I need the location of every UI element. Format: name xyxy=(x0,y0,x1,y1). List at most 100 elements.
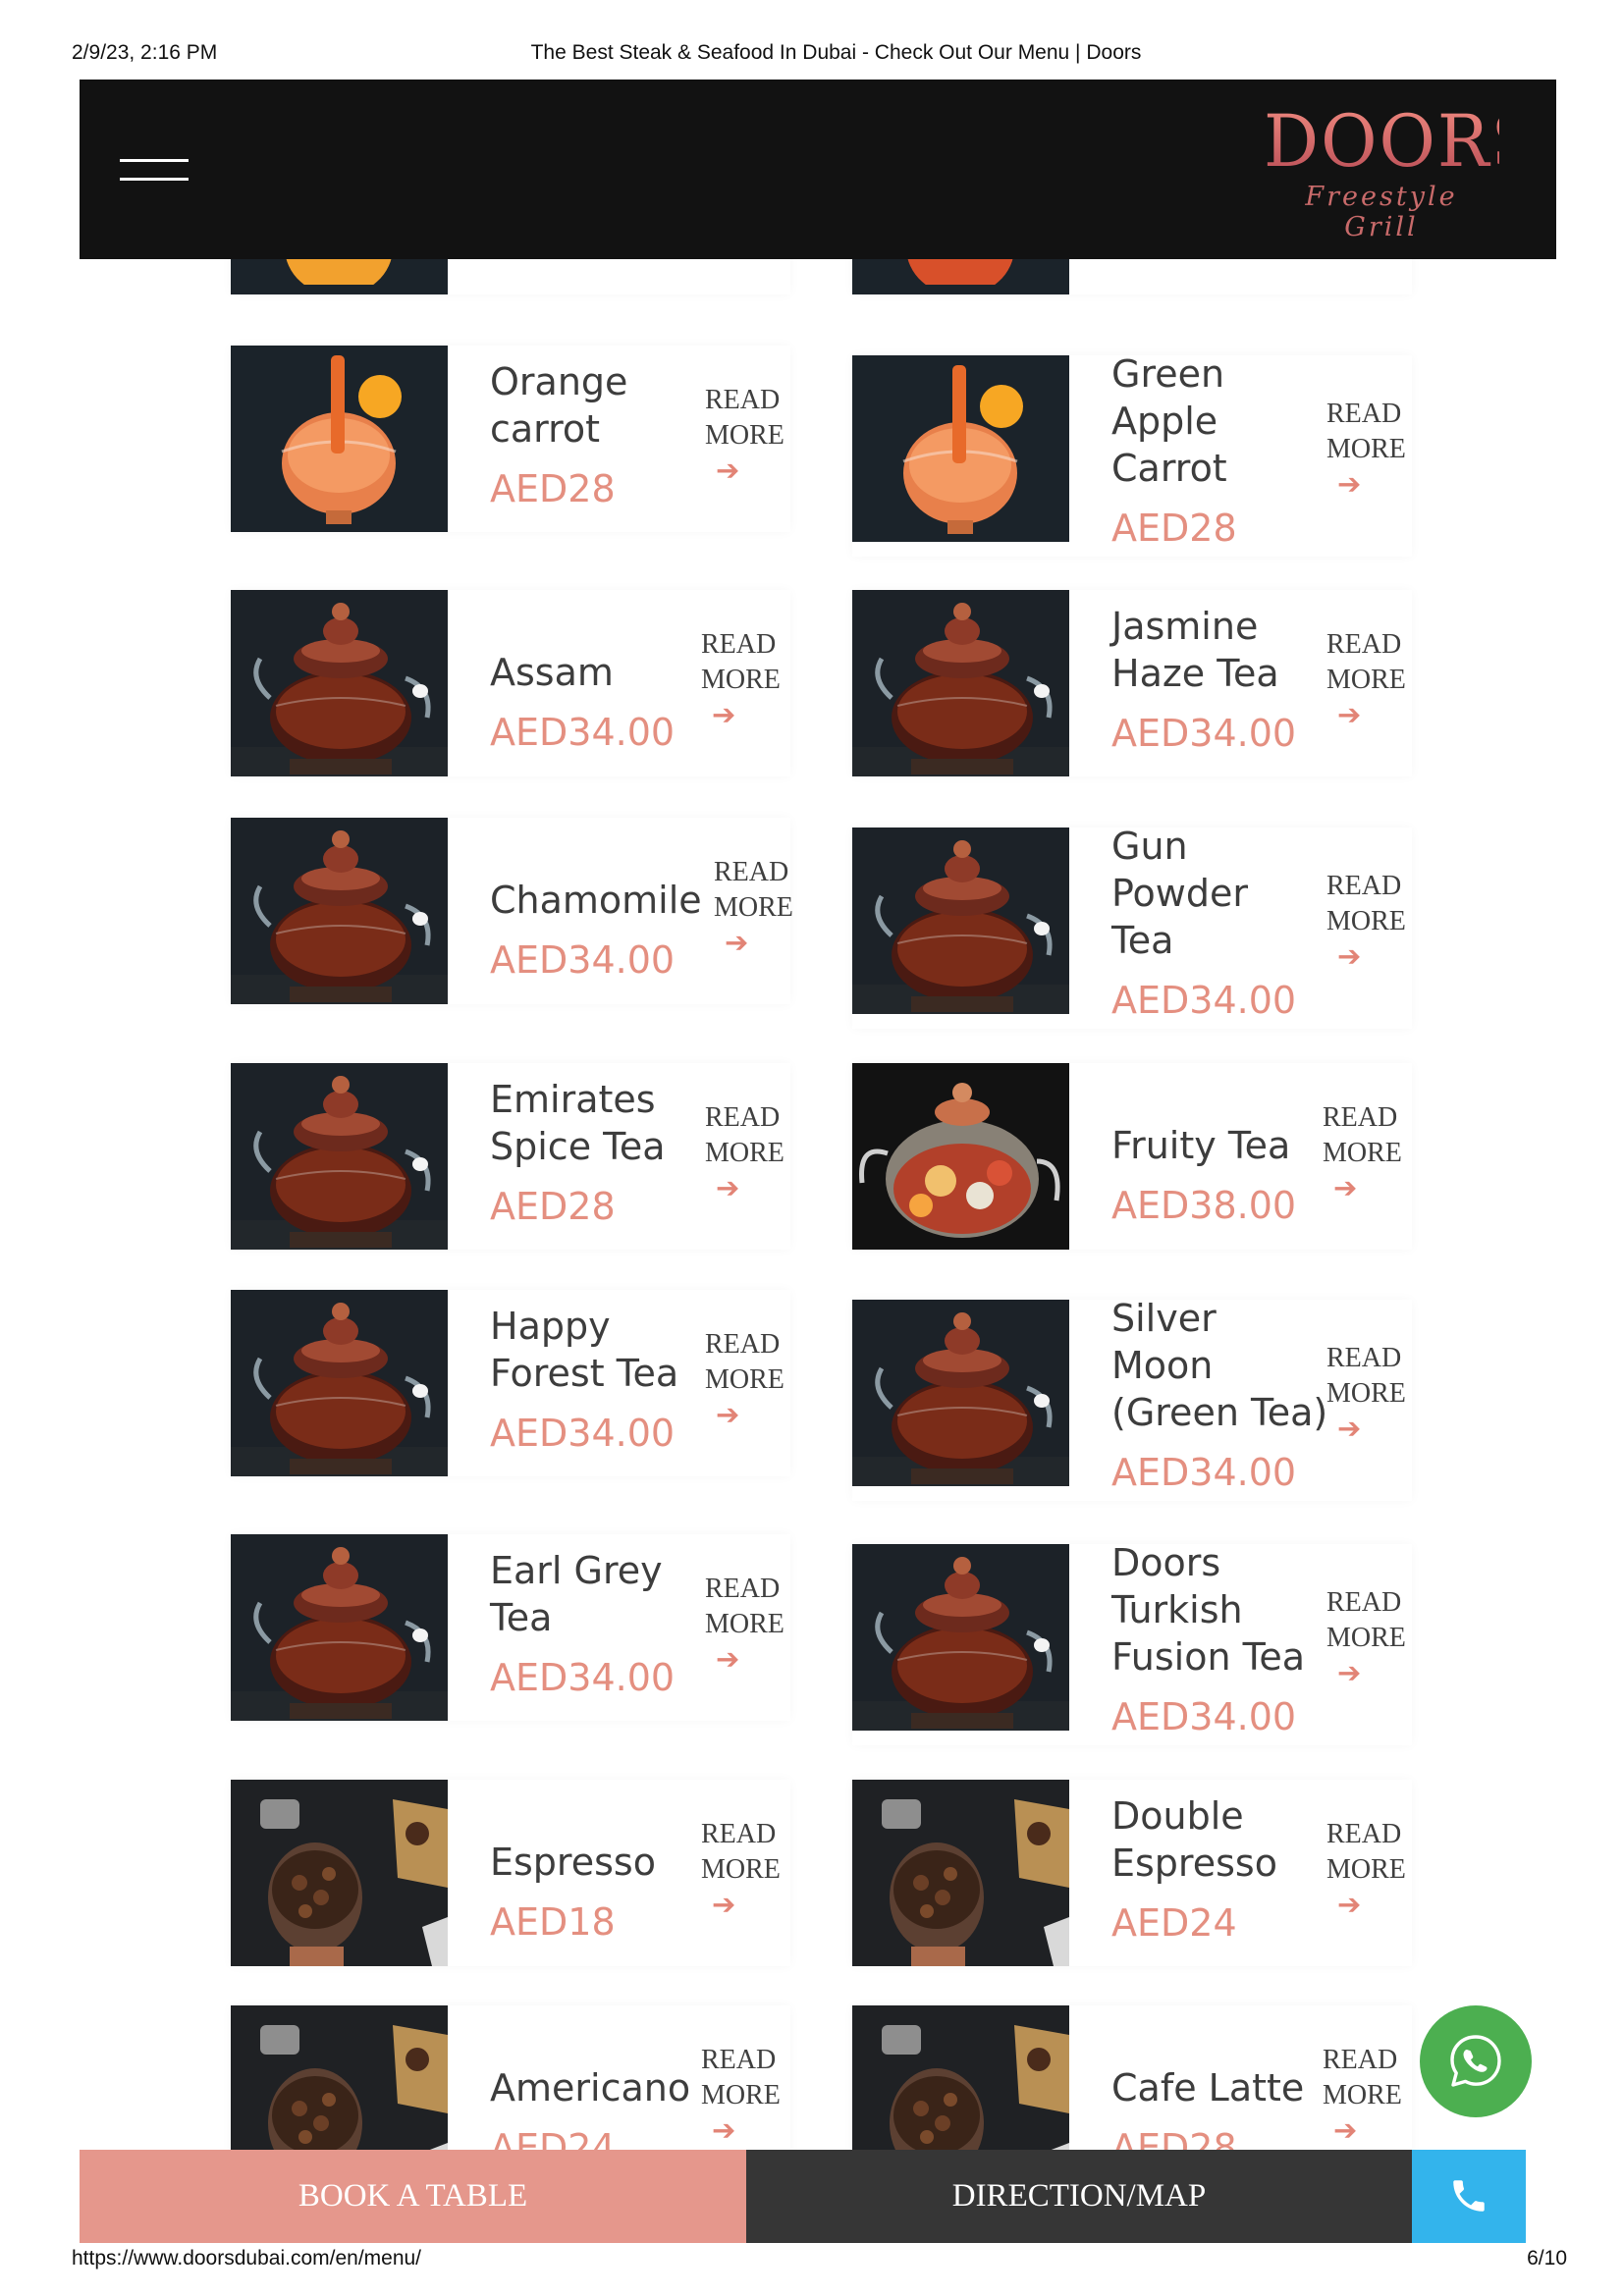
bottom-action-bar: BOOK A TABLE DIRECTION/MAP xyxy=(80,2150,1526,2243)
menu-item-image[interactable] xyxy=(852,590,1069,776)
menu-item-image[interactable] xyxy=(852,1544,1069,1731)
menu-item-image[interactable] xyxy=(852,1780,1069,1966)
read-more-link[interactable]: READ MORE ➔ xyxy=(701,2043,781,2145)
menu-item-name-line: Double xyxy=(1111,1794,1244,1838)
teapot-image xyxy=(231,1534,448,1721)
menu-item-card[interactable]: Orange carrot AED28 READ MORE ➔ xyxy=(231,346,790,532)
menu-item-card[interactable]: Chamomile AED34.00 READ MORE ➔ xyxy=(231,818,793,1004)
menu-item-name: Emirates Spice Tea xyxy=(490,1076,666,1170)
menu-item-image[interactable] xyxy=(231,590,448,776)
menu-item-name: Fruity Tea xyxy=(1111,1122,1290,1169)
read-more-label-2: MORE xyxy=(705,1364,784,1395)
menu-item-card[interactable]: Happy Forest Tea AED34.00 READ MORE ➔ xyxy=(231,1290,790,1476)
read-more-link[interactable]: READ MORE ➔ xyxy=(705,1327,784,1429)
read-more-link[interactable]: READ MORE ➔ xyxy=(705,1572,784,1674)
read-more-label-2: MORE xyxy=(1323,2080,1402,2110)
menu-item-image[interactable] xyxy=(852,1063,1069,1250)
call-button[interactable] xyxy=(1412,2150,1526,2243)
menu-item-card[interactable]: Silver Moon (Green Tea) AED34.00 READ MORE ➔ xyxy=(852,1297,1412,1501)
read-more-label-1: READ xyxy=(1326,1343,1402,1373)
menu-item-price: AED34.00 xyxy=(1111,712,1297,755)
read-more-link[interactable]: READ MORE ➔ xyxy=(705,383,784,485)
read-more-label-1: READ xyxy=(705,385,781,415)
arrow-right-icon: ➔ xyxy=(712,698,736,731)
read-more-label-2: MORE xyxy=(1323,1138,1402,1168)
read-more-link[interactable]: READ MORE ➔ xyxy=(1326,869,1406,971)
menu-item-card[interactable]: Fruity Tea AED38.00 READ MORE ➔ xyxy=(852,1063,1412,1250)
menu-item-name-line: Green xyxy=(1111,352,1225,396)
read-more-label-1: READ xyxy=(701,629,777,660)
read-more-link[interactable]: READ MORE ➔ xyxy=(714,855,793,957)
menu-item-name-line: Spice Tea xyxy=(490,1125,666,1168)
menu-item-image[interactable] xyxy=(231,818,448,1004)
read-more-link[interactable]: READ MORE ➔ xyxy=(1326,627,1406,729)
menu-item-card[interactable]: Gun Powder Tea AED34.00 READ MORE ➔ xyxy=(852,825,1412,1029)
read-more-link[interactable]: READ MORE ➔ xyxy=(1323,1100,1402,1202)
read-more-link[interactable]: READ MORE ➔ xyxy=(701,1817,781,1919)
read-more-label-1: READ xyxy=(1326,1587,1402,1618)
hamburger-menu-icon[interactable] xyxy=(120,156,189,184)
read-more-label-1: READ xyxy=(1326,629,1402,660)
read-more-label-2: MORE xyxy=(1326,1623,1406,1653)
menu-item-card[interactable]: Espresso AED18 READ MORE ➔ xyxy=(231,1780,790,1966)
read-more-label-1: READ xyxy=(1326,399,1402,429)
read-more-link[interactable]: READ MORE ➔ xyxy=(1326,1817,1406,1919)
read-more-link[interactable]: READ MORE ➔ xyxy=(1326,1585,1406,1687)
menu-item-name-line: Emirates xyxy=(490,1078,656,1121)
menu-item-card[interactable]: Assam AED34.00 READ MORE ➔ xyxy=(231,590,790,776)
menu-list: Orange carrot AED28 READ MORE ➔ Green Apple Car… xyxy=(0,0,1623,2296)
read-more-label-2: MORE xyxy=(1326,434,1406,464)
read-more-link[interactable]: READ MORE ➔ xyxy=(1326,397,1406,499)
read-more-label-2: MORE xyxy=(1326,1854,1406,1885)
arrow-right-icon: ➔ xyxy=(716,1398,740,1431)
read-more-label-1: READ xyxy=(701,2045,777,2075)
teapot-image xyxy=(231,818,448,1004)
whatsapp-button[interactable] xyxy=(1420,2005,1532,2117)
direction-map-button[interactable]: DIRECTION/MAP xyxy=(746,2150,1412,2243)
menu-item-price: AED34.00 xyxy=(1111,1695,1297,1738)
menu-item-card[interactable]: Emirates Spice Tea AED28 READ MORE ➔ xyxy=(231,1063,790,1250)
read-more-link[interactable]: READ MORE ➔ xyxy=(1326,1341,1406,1443)
coffee-beans-image xyxy=(231,1780,448,1966)
menu-item-price: AED24 xyxy=(1111,1901,1237,1945)
menu-item-image[interactable] xyxy=(231,1534,448,1721)
menu-item-image[interactable] xyxy=(231,1780,448,1966)
menu-item-price: AED34.00 xyxy=(490,711,676,754)
menu-item-name: Silver Moon (Green Tea) xyxy=(1111,1295,1327,1436)
menu-item-image[interactable] xyxy=(852,828,1069,1014)
menu-item-card[interactable]: Double Espresso AED24 READ MORE ➔ xyxy=(852,1780,1412,1966)
menu-item-image[interactable] xyxy=(852,355,1069,542)
menu-item-image[interactable] xyxy=(231,346,448,532)
menu-item-name-line: Gun xyxy=(1111,825,1188,868)
book-a-table-button[interactable]: BOOK A TABLE xyxy=(80,2150,746,2243)
juice-image xyxy=(231,346,448,532)
print-page-number: 6/10 xyxy=(1527,2247,1567,2269)
read-more-label-2: MORE xyxy=(1326,1378,1406,1409)
menu-item-name-line: Orange xyxy=(490,360,628,403)
doors-logo[interactable]: DOORS Freestyle Grill xyxy=(1264,101,1539,242)
arrow-right-icon: ➔ xyxy=(1337,698,1362,731)
arrow-right-icon: ➔ xyxy=(716,1642,740,1676)
menu-item-name: Orange carrot xyxy=(490,358,627,453)
read-more-link[interactable]: READ MORE ➔ xyxy=(1323,2043,1402,2145)
menu-item-name: Happy Forest Tea xyxy=(490,1303,678,1397)
menu-item-image[interactable] xyxy=(231,1063,448,1250)
menu-item-name-line: Tea xyxy=(490,1596,553,1639)
whatsapp-icon xyxy=(1450,2035,1501,2087)
menu-item-card[interactable]: Earl Grey Tea AED34.00 READ MORE ➔ xyxy=(231,1534,790,1721)
menu-item-card[interactable]: Green Apple Carrot AED28 READ MORE ➔ xyxy=(852,352,1412,557)
phone-icon xyxy=(1453,2180,1485,2212)
menu-item-name-line: Espresso xyxy=(1111,1842,1277,1885)
menu-item-name: Earl Grey Tea xyxy=(490,1547,663,1641)
menu-item-card[interactable]: Doors Turkish Fusion Tea AED34.00 READ MORE ➔ xyxy=(852,1541,1412,1745)
read-more-label-2: MORE xyxy=(1326,665,1406,695)
read-more-link[interactable]: READ MORE ➔ xyxy=(705,1100,784,1202)
menu-item-name: Espresso xyxy=(490,1839,656,1886)
read-more-link[interactable]: READ MORE ➔ xyxy=(701,627,781,729)
print-url: https://www.doorsdubai.com/en/menu/ xyxy=(72,2247,422,2269)
menu-item-image[interactable] xyxy=(231,1290,448,1476)
arrow-right-icon: ➔ xyxy=(1337,939,1362,973)
menu-item-card[interactable]: Jasmine Haze Tea AED34.00 READ MORE ➔ xyxy=(852,590,1412,776)
menu-item-image[interactable] xyxy=(852,1300,1069,1486)
teapot-image xyxy=(231,1063,448,1250)
